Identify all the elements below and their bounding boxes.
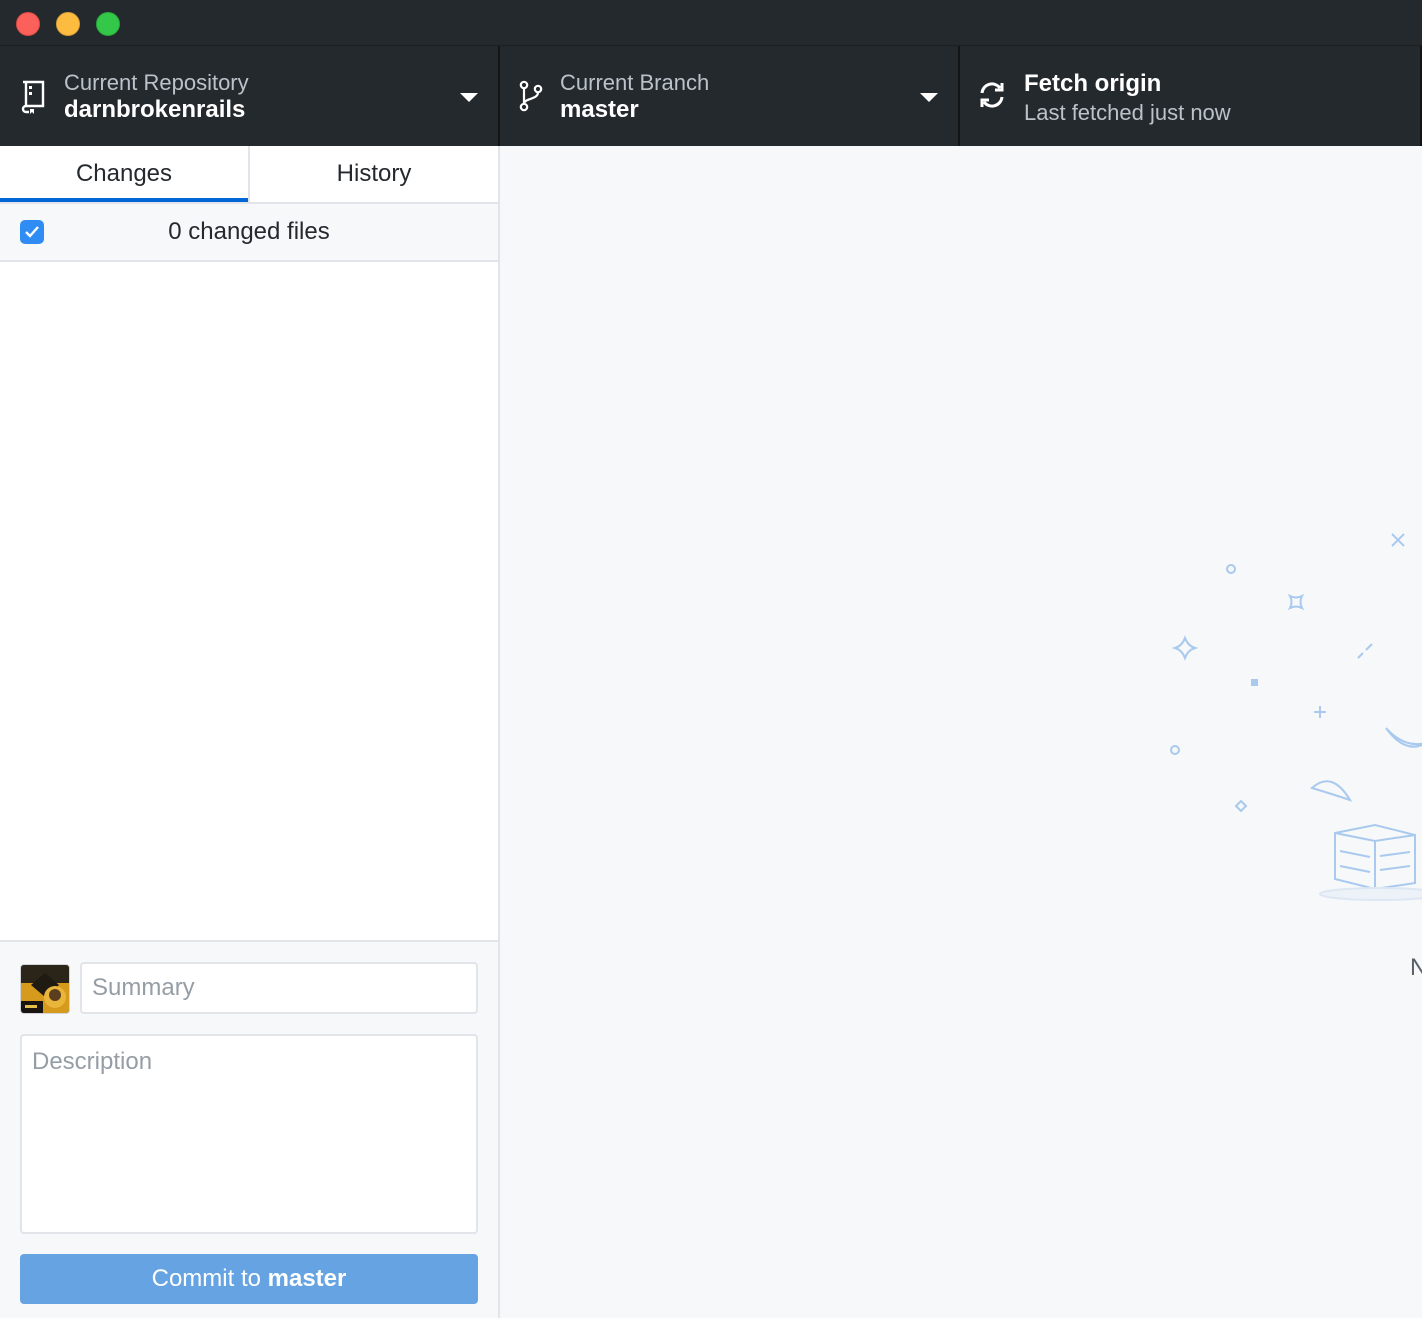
tab-history[interactable]: History xyxy=(248,146,498,202)
close-window-button[interactable] xyxy=(16,12,40,36)
empty-state-title: N xyxy=(1410,954,1422,981)
changes-list-header: 0 changed files xyxy=(0,204,498,262)
commit-message-form: Commit to master xyxy=(0,940,498,1318)
select-all-checkbox[interactable] xyxy=(20,220,44,244)
description-field[interactable] xyxy=(20,1034,478,1234)
main-content: N xyxy=(500,146,1422,1318)
repository-dropdown[interactable]: Current Repository darnbrokenrails xyxy=(0,46,500,146)
commit-button[interactable]: Commit to master xyxy=(20,1254,478,1304)
sidebar: Changes History 0 changed files Summary … xyxy=(0,146,500,1318)
selected-tab-indicator xyxy=(0,198,248,202)
fetch-title: Fetch origin xyxy=(1024,70,1162,97)
avatar xyxy=(20,964,70,1014)
branch-title: Current Branch xyxy=(560,70,710,95)
app-window: Current Repository darnbrokenrails Curre… xyxy=(0,0,1422,1318)
toolbar: Current Repository darnbrokenrails Curre… xyxy=(0,46,1422,146)
minimize-window-button[interactable] xyxy=(56,12,80,36)
cross-sparkle xyxy=(1391,533,1405,547)
empty-state-illustration xyxy=(1170,533,1422,901)
title-bar xyxy=(0,0,1422,46)
summary-input[interactable] xyxy=(80,962,478,1014)
repo-icon xyxy=(20,80,48,114)
fetch-origin-button[interactable]: Fetch origin Last fetched just now xyxy=(960,46,1422,146)
repository-title: Current Repository xyxy=(64,70,249,95)
tab-changes[interactable]: Changes xyxy=(0,146,248,202)
tab-bar: Changes History xyxy=(0,146,498,204)
changed-files-count: 0 changed files xyxy=(168,218,330,245)
maximize-window-button[interactable] xyxy=(96,12,120,36)
fetch-status: Last fetched just now xyxy=(1024,100,1231,125)
branch-dropdown[interactable]: Current Branch master xyxy=(500,46,960,146)
changed-files-list xyxy=(0,262,498,940)
commit-button-branch: master xyxy=(267,1265,347,1292)
git-branch-icon xyxy=(518,80,546,114)
branch-name: master xyxy=(560,96,639,123)
chevron-down-icon xyxy=(920,93,938,102)
sync-icon xyxy=(978,80,1006,114)
chevron-down-icon xyxy=(460,93,478,102)
commit-button-prefix: Commit to xyxy=(151,1265,268,1292)
checkmark-icon xyxy=(25,226,39,238)
repository-name: darnbrokenrails xyxy=(64,96,246,123)
